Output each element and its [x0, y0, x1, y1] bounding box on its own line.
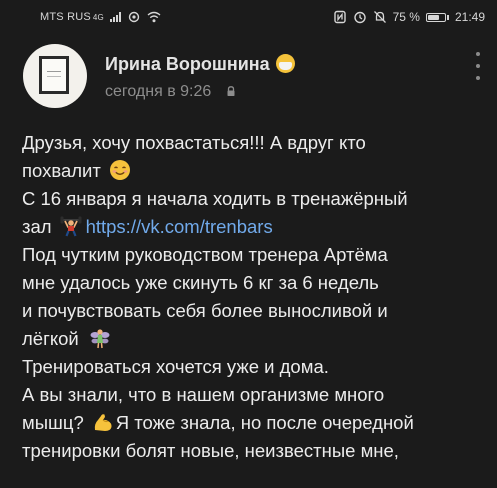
text-line: зал https://vk.com/trenbars	[22, 213, 482, 241]
post-header: Ирина Ворошнина сегодня в 9:26	[23, 44, 483, 114]
text-line: Тренироваться хочется уже и дома.	[22, 353, 482, 381]
text-line-1: Друзья, хочу похвастаться!!! А вдруг кто	[22, 132, 366, 153]
post-time: сегодня в 9:26	[105, 83, 236, 101]
carrier-label: MTS RUS	[40, 11, 91, 23]
text-line-9: Тренироваться хочется уже и дома.	[22, 356, 329, 377]
text-line: лёгкой	[22, 325, 482, 353]
text-line-3: С 16 января я начала ходить в тренажёрны…	[22, 188, 408, 209]
text-line-7: и почувствовать себя более выносливой и	[22, 300, 388, 321]
status-time: 21:49	[454, 10, 485, 24]
eye-comfort-icon	[128, 11, 140, 23]
blush-emoji	[109, 160, 130, 180]
battery-fill	[427, 14, 439, 20]
text-line-11-start: мышц?	[22, 412, 84, 433]
status-left: MTS RUS 4G	[40, 10, 161, 24]
lock-icon	[227, 86, 235, 96]
text-line: Друзья, хочу похвастаться!!! А вдруг кто	[22, 129, 482, 157]
author-name[interactable]: Ирина Ворошнина	[105, 54, 295, 75]
network-type-label: 4G	[92, 12, 104, 22]
text-line: А вы знали, что в нашем организме много	[22, 381, 482, 409]
author-avatar[interactable]	[23, 44, 87, 108]
flexed-biceps-emoji	[94, 414, 112, 431]
text-line-2: похвалит	[22, 160, 101, 181]
weightlifter-emoji	[60, 216, 82, 237]
fairy-emoji	[90, 329, 110, 349]
vk-link[interactable]: https://vk.com/trenbars	[86, 216, 273, 237]
text-line-8: лёгкой	[22, 328, 79, 349]
text-line-5: Под чутким руководством тренера Артёма	[22, 244, 388, 265]
text-line: мышц? Я тоже знала, но после очередной	[22, 409, 482, 437]
alarm-icon	[353, 11, 366, 24]
avatar-picture-frame	[39, 56, 69, 94]
post-time-text: сегодня в 9:26	[105, 83, 212, 100]
text-line: похвалит	[22, 157, 482, 185]
text-line: тренировки болят новые, неизвестные мне,	[22, 437, 482, 465]
text-line: С 16 января я начала ходить в тренажёрны…	[22, 185, 482, 213]
text-line-4: зал	[22, 216, 52, 237]
text-line: и почувствовать себя более выносливой и	[22, 297, 482, 325]
screen: MTS RUS 4G 75 % 21:49 Ирина Ворошнина се…	[0, 0, 497, 488]
text-line: Под чутким руководством тренера Артёма	[22, 241, 482, 269]
nfc-icon	[333, 10, 346, 24]
signal-icon	[109, 12, 121, 22]
wifi-icon	[147, 11, 161, 23]
mute-icon	[373, 11, 386, 23]
text-line-11-end: Я тоже знала, но после очередной	[115, 412, 414, 433]
text-line-6: мне удалось уже скинуть 6 кг за 6 недель	[22, 272, 379, 293]
status-bar: MTS RUS 4G 75 % 21:49	[0, 0, 497, 34]
status-right: 75 % 21:49	[333, 10, 485, 24]
author-name-text: Ирина Ворошнина	[105, 54, 270, 74]
battery-percent: 75 %	[392, 10, 420, 24]
text-line: мне удалось уже скинуть 6 кг за 6 недель	[22, 269, 482, 297]
battery-icon	[425, 12, 449, 22]
mask-emoji	[275, 54, 295, 73]
text-line-12: тренировки болят новые, неизвестные мне,	[22, 440, 399, 461]
more-options-icon[interactable]	[473, 52, 483, 80]
post-text: Друзья, хочу похвастаться!!! А вдруг кто…	[22, 129, 482, 465]
text-line-10: А вы знали, что в нашем организме много	[22, 384, 385, 405]
